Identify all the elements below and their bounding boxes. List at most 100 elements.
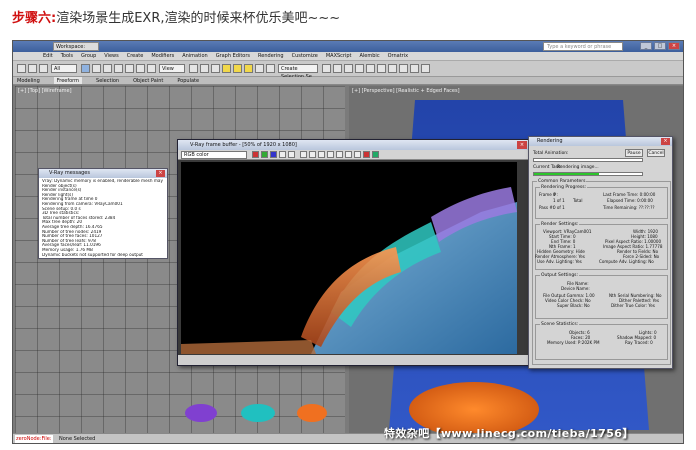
save-image-icon[interactable] [300, 151, 307, 158]
stop-render-icon[interactable] [363, 151, 370, 158]
move-icon[interactable] [125, 64, 134, 73]
rendering-progress-window[interactable]: Rendering × Pause Cancel Total Animation… [528, 136, 673, 369]
step-caption: 步骤六:渲染场景生成EXR,渲染的时候来杯优乐美吧~~~ [12, 8, 340, 30]
menu-maxscript[interactable]: MAXScript [326, 52, 352, 60]
window-controls: _ □ × [640, 42, 680, 50]
select-by-name-icon[interactable] [92, 64, 101, 73]
blue-channel-icon[interactable] [270, 151, 277, 158]
render-production-icon[interactable] [421, 64, 430, 73]
menu-group[interactable]: Group [81, 52, 96, 60]
cyan-object[interactable] [241, 404, 275, 422]
workspace-dropdown[interactable]: Workspace: Default [53, 42, 99, 59]
render-icon[interactable] [372, 151, 379, 158]
undo-icon[interactable] [17, 64, 26, 73]
tab-selection[interactable]: Selection [96, 77, 119, 84]
title-search-input[interactable]: Type a keyword or phrase [543, 42, 623, 51]
rendered-image-graphic [181, 187, 517, 354]
spinner-snap-icon[interactable] [255, 64, 264, 73]
material-editor-icon[interactable] [388, 64, 397, 73]
percent-snap-icon[interactable] [244, 64, 253, 73]
rotate-icon[interactable] [136, 64, 145, 73]
curve-editor-icon[interactable] [366, 64, 375, 73]
orange-object[interactable] [297, 404, 327, 422]
current-task-progress-fill [534, 173, 599, 175]
close-button[interactable]: × [668, 42, 680, 50]
duplicate-to-max-icon[interactable] [327, 151, 334, 158]
named-selection-set-dropdown[interactable]: Create Selection Se [278, 64, 318, 80]
select-object-icon[interactable] [81, 64, 90, 73]
device-name-label: Device Name: [561, 286, 590, 291]
viewport-label-top[interactable]: [+] [Top] [Wireframe] [18, 88, 72, 94]
region-render-icon[interactable] [345, 151, 352, 158]
menu-create[interactable]: Create [127, 52, 144, 60]
dither-true-color: Dither True Color: Yes [611, 303, 655, 308]
menu-rendering[interactable]: Rendering [258, 52, 284, 60]
track-mouse-icon[interactable] [336, 151, 343, 158]
cancel-button[interactable]: Cancel [647, 149, 665, 157]
rendered-image[interactable] [181, 162, 517, 354]
menu-animation[interactable]: Animation [182, 52, 208, 60]
select-manipulate-icon[interactable] [200, 64, 209, 73]
frame-buffer-close-button[interactable]: × [517, 141, 527, 149]
tab-object-paint[interactable]: Object Paint [133, 77, 163, 84]
load-image-icon[interactable] [309, 151, 316, 158]
pause-button[interactable]: Pause [625, 149, 643, 157]
clear-image-icon[interactable] [318, 151, 325, 158]
rendering-window-title: Rendering × [529, 137, 672, 146]
graphite-toolbox-icon[interactable] [355, 64, 364, 73]
menu-edit[interactable]: Edit [43, 52, 53, 60]
menu-ornatrix[interactable]: Ornatrix [388, 52, 409, 60]
channel-dropdown[interactable]: RGB color [181, 151, 247, 159]
link-icon[interactable] [39, 64, 48, 73]
menu-alembic[interactable]: Alembic [360, 52, 380, 60]
maximize-button[interactable]: □ [654, 42, 666, 50]
menu-customize[interactable]: Customize [292, 52, 318, 60]
menu-modifiers[interactable]: Modifiers [151, 52, 174, 60]
green-channel-icon[interactable] [261, 151, 268, 158]
keyboard-shortcut-icon[interactable] [211, 64, 220, 73]
common-parameters-header: Common Parameters [537, 179, 587, 184]
schematic-view-icon[interactable] [377, 64, 386, 73]
last-frame-time: Last Frame Time: 0:00:00 [603, 192, 656, 197]
selection-status: None Selected [59, 436, 96, 442]
menu-tools[interactable]: Tools [61, 52, 73, 60]
max-application-window: Workspace: Default Type a keyword or phr… [12, 40, 684, 444]
align-icon[interactable] [333, 64, 342, 73]
selection-filter-dropdown[interactable]: All [51, 64, 77, 73]
tab-freeform[interactable]: Freeform [53, 77, 83, 84]
snaps-toggle-icon[interactable] [222, 64, 231, 73]
vray-messages-close-button[interactable]: × [156, 170, 165, 177]
menu-graph-editors[interactable]: Graph Editors [216, 52, 250, 60]
red-channel-icon[interactable] [252, 151, 259, 158]
vray-messages-window[interactable]: V-Ray messages × Vray: Dynamic memory is… [38, 168, 168, 259]
minimize-button[interactable]: _ [640, 42, 652, 50]
rectangular-selection-icon[interactable] [103, 64, 112, 73]
edit-named-selection-icon[interactable] [266, 64, 275, 73]
vray-messages-log: Vray: Dynamic memory is enabled, rendera… [39, 178, 167, 258]
window-crossing-icon[interactable] [114, 64, 123, 73]
monochrome-icon[interactable] [288, 151, 295, 158]
maxscript-listener-mini[interactable]: zeroNode:File: Dy [15, 435, 53, 443]
pivot-icon[interactable] [189, 64, 198, 73]
rendering-window-close-button[interactable]: × [661, 138, 670, 145]
tab-modeling[interactable]: Modeling [17, 77, 40, 84]
frame-of-total: 1 of 1 [553, 198, 565, 203]
mirror-icon[interactable] [322, 64, 331, 73]
history-icon[interactable] [354, 151, 361, 158]
menu-views[interactable]: Views [104, 52, 118, 60]
total-label: Total [573, 198, 583, 203]
frame-value: 0 [553, 192, 556, 197]
purple-object[interactable] [185, 404, 217, 422]
vray-frame-buffer-window[interactable]: V-Ray frame buffer - [50% of 1920 x 1080… [177, 139, 530, 366]
reference-coordinate-dropdown[interactable]: View [159, 64, 185, 73]
tab-populate[interactable]: Populate [177, 77, 199, 84]
redo-icon[interactable] [28, 64, 37, 73]
layer-explorer-icon[interactable] [344, 64, 353, 73]
viewport-label-perspective[interactable]: [+] [Perspective] [Realistic + Edged Fac… [352, 88, 460, 94]
rendered-frame-window-icon[interactable] [410, 64, 419, 73]
scale-icon[interactable] [147, 64, 156, 73]
alpha-channel-icon[interactable] [279, 151, 286, 158]
render-setup-icon[interactable] [399, 64, 408, 73]
frame-buffer-title: V-Ray frame buffer - [50% of 1920 x 1080… [178, 140, 529, 150]
angle-snap-icon[interactable] [233, 64, 242, 73]
